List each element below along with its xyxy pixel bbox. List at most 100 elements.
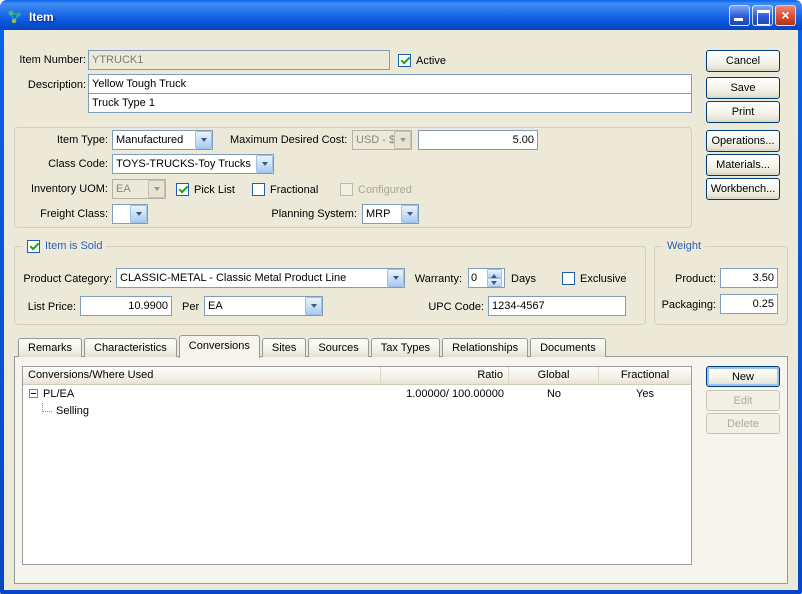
item-type-select[interactable]: Manufactured	[112, 130, 213, 150]
class-code-value: TOYS-TRUCKS-Toy Trucks	[113, 158, 256, 170]
description-line2-field[interactable]	[88, 93, 692, 113]
weight-product-field[interactable]	[720, 268, 778, 288]
active-checkbox[interactable]: Active	[398, 53, 446, 68]
fractional-checkbox[interactable]: Fractional	[252, 182, 318, 197]
tab-relationships[interactable]: Relationships	[442, 338, 528, 357]
checkbox-box-icon	[27, 240, 40, 253]
conversion-global: No	[509, 388, 599, 400]
tab-conversions[interactable]: Conversions	[179, 335, 260, 358]
freight-class-label: Freight Class:	[14, 205, 108, 223]
inventory-uom-value: EA	[113, 183, 148, 195]
chevron-down-icon	[394, 131, 411, 149]
planning-system-value: MRP	[363, 208, 401, 220]
weight-packaging-label: Packaging:	[658, 296, 716, 314]
minimize-button[interactable]	[729, 5, 750, 26]
inventory-uom-select[interactable]: EA	[112, 179, 166, 199]
table-row[interactable]: PL/EA 1.00000/ 100.00000 No Yes	[23, 385, 691, 402]
warranty-spinner[interactable]	[468, 268, 505, 288]
fractional-label: Fractional	[270, 184, 318, 196]
column-header-global[interactable]: Global	[509, 367, 599, 384]
table-row[interactable]: Selling	[23, 402, 691, 419]
exclusive-label: Exclusive	[580, 273, 626, 285]
inventory-uom-label: Inventory UOM:	[14, 180, 108, 198]
warranty-field[interactable]	[469, 269, 487, 287]
description-label: Description:	[6, 76, 86, 94]
exclusive-checkbox[interactable]: Exclusive	[562, 271, 626, 286]
conversion-fractional: Yes	[599, 388, 691, 400]
currency-value: USD - $	[353, 134, 394, 146]
weight-legend-label: Weight	[667, 238, 701, 254]
spin-down-icon[interactable]	[487, 278, 502, 287]
checkbox-box-icon	[398, 54, 411, 67]
planning-system-select[interactable]: MRP	[362, 204, 419, 224]
upc-code-field[interactable]	[488, 296, 626, 316]
warranty-label: Warranty:	[402, 270, 462, 288]
class-code-select[interactable]: TOYS-TRUCKS-Toy Trucks	[112, 154, 274, 174]
chevron-down-icon	[148, 180, 165, 198]
checkbox-box-icon	[176, 183, 189, 196]
tab-remarks[interactable]: Remarks	[18, 338, 82, 357]
checkbox-box-icon	[340, 183, 353, 196]
save-button[interactable]: Save	[706, 77, 780, 99]
conversion-name: Selling	[56, 405, 89, 417]
tree-branch-icon	[42, 403, 52, 412]
item-is-sold-legend: Item is Sold	[23, 238, 106, 254]
chevron-down-icon	[130, 205, 147, 223]
close-button[interactable]: ×	[775, 5, 796, 26]
spin-up-icon[interactable]	[487, 269, 502, 278]
weight-packaging-field[interactable]	[720, 294, 778, 314]
class-code-label: Class Code:	[14, 155, 108, 173]
product-category-value: CLASSIC-METAL - Classic Metal Product Li…	[117, 272, 387, 284]
column-header-ratio[interactable]: Ratio	[381, 367, 509, 384]
column-header-fractional[interactable]: Fractional	[599, 367, 691, 384]
tab-characteristics[interactable]: Characteristics	[84, 338, 177, 357]
conversion-ratio: 1.00000/ 100.00000	[381, 388, 509, 400]
per-uom-value: EA	[205, 300, 305, 312]
cancel-button[interactable]: Cancel	[706, 50, 780, 72]
delete-button: Delete	[706, 413, 780, 434]
days-label: Days	[511, 270, 536, 288]
operations-button[interactable]: Operations...	[706, 130, 780, 152]
product-category-label: Product Category:	[18, 270, 112, 288]
item-number-field[interactable]	[88, 50, 390, 70]
window-controls: ×	[729, 5, 796, 26]
workbench-button[interactable]: Workbench...	[706, 178, 780, 200]
tab-documents[interactable]: Documents	[530, 338, 606, 357]
window-title: Item	[29, 10, 54, 24]
planning-system-label: Planning System:	[244, 205, 357, 223]
currency-select[interactable]: USD - $	[352, 130, 412, 150]
checkbox-box-icon	[562, 272, 575, 285]
app-logo-icon	[7, 9, 23, 25]
maximize-button[interactable]	[752, 5, 773, 26]
chevron-down-icon	[401, 205, 418, 223]
print-button[interactable]: Print	[706, 101, 780, 123]
tab-sites[interactable]: Sites	[262, 338, 306, 357]
tab-sources[interactable]: Sources	[308, 338, 368, 357]
column-header-conversions[interactable]: Conversions/Where Used	[23, 367, 381, 384]
configured-label: Configured	[358, 184, 412, 196]
per-label: Per	[182, 298, 199, 316]
item-is-sold-checkbox[interactable]: Item is Sold	[27, 239, 102, 254]
pick-list-checkbox[interactable]: Pick List	[176, 182, 235, 197]
max-cost-field[interactable]	[418, 130, 538, 150]
list-price-field[interactable]	[80, 296, 172, 316]
materials-button[interactable]: Materials...	[706, 154, 780, 176]
chevron-down-icon	[256, 155, 273, 173]
item-window: Item × Item Number: Active Description: …	[0, 0, 802, 594]
pick-list-label: Pick List	[194, 184, 235, 196]
tab-tax-types[interactable]: Tax Types	[371, 338, 440, 357]
new-button[interactable]: New	[706, 366, 780, 387]
configured-checkbox: Configured	[340, 182, 412, 197]
checkbox-box-icon	[252, 183, 265, 196]
product-category-select[interactable]: CLASSIC-METAL - Classic Metal Product Li…	[116, 268, 405, 288]
tree-collapse-icon[interactable]	[29, 389, 38, 398]
per-uom-select[interactable]: EA	[204, 296, 323, 316]
description-line1-field[interactable]	[88, 74, 692, 94]
edit-button: Edit	[706, 390, 780, 411]
item-type-value: Manufactured	[113, 134, 195, 146]
freight-class-select[interactable]	[112, 204, 148, 224]
titlebar[interactable]: Item ×	[0, 0, 802, 30]
chevron-down-icon	[305, 297, 322, 315]
item-type-label: Item Type:	[14, 131, 108, 149]
spinner-buttons	[487, 269, 502, 287]
